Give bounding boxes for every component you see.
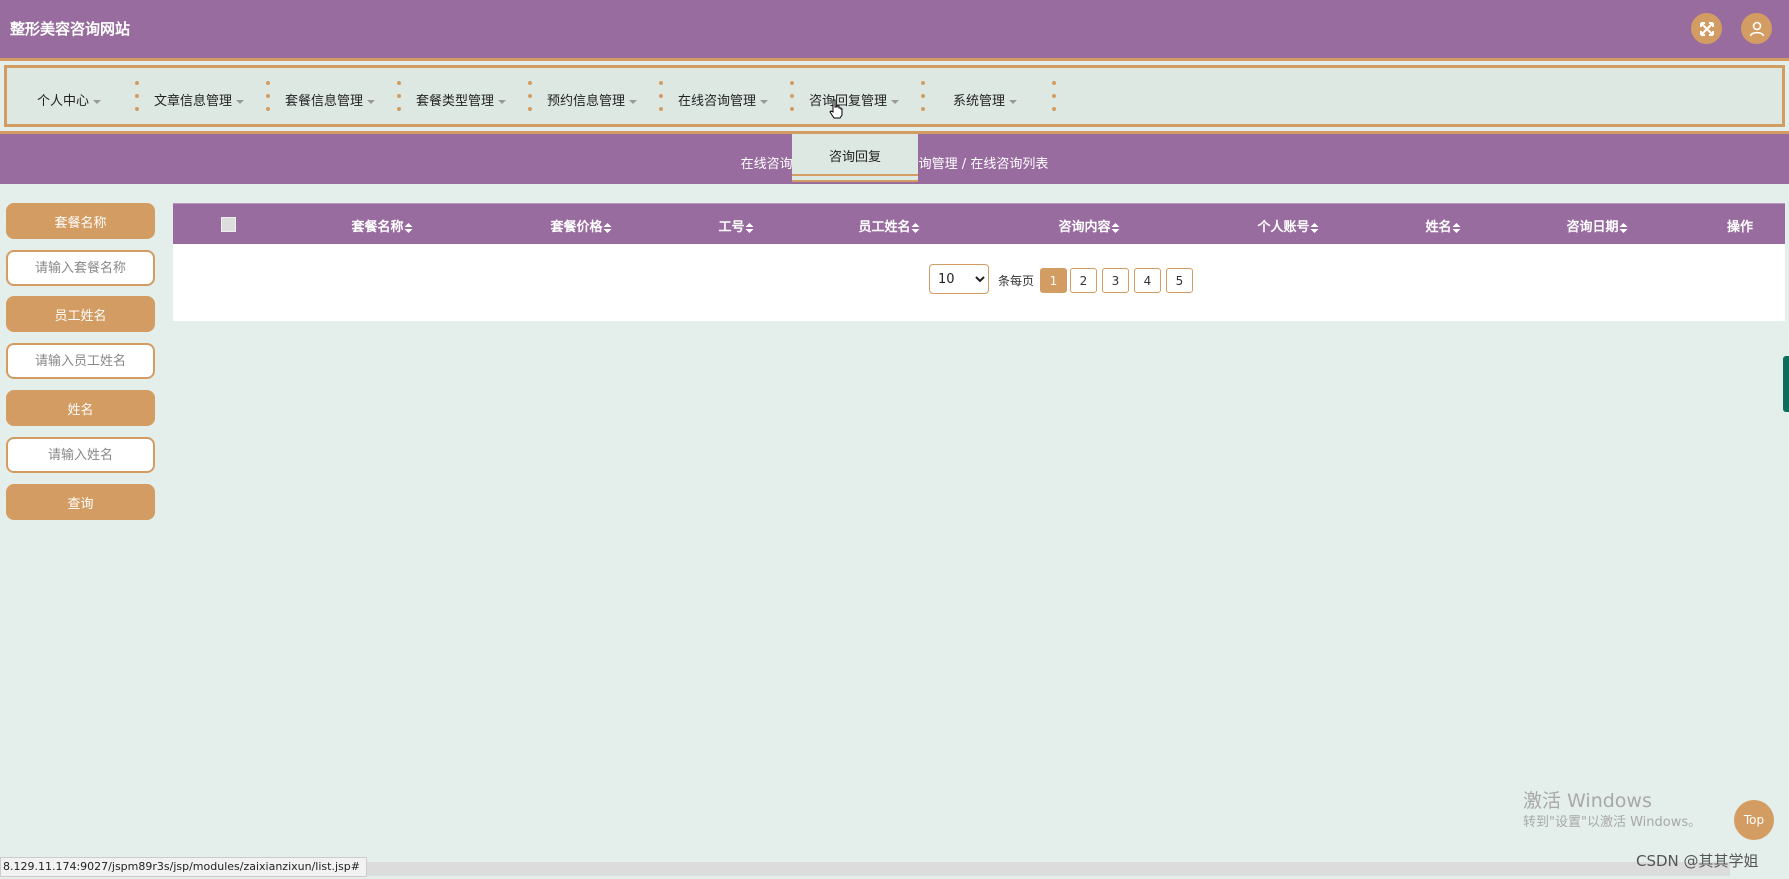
name-input[interactable] <box>6 437 155 473</box>
user-icon[interactable] <box>1741 13 1772 44</box>
horizontal-scrollbar[interactable] <box>340 862 1730 876</box>
nav-item-personal-center[interactable]: 个人中心 <box>37 90 102 109</box>
nav-item-consultation-reply-management[interactable]: 咨询回复管理 <box>809 90 900 109</box>
column-header-package-name[interactable]: 套餐名称 <box>351 216 413 235</box>
page-button-3[interactable]: 3 <box>1102 268 1129 293</box>
sort-icon <box>1310 222 1319 233</box>
sort-icon <box>1452 222 1461 233</box>
nav-separator <box>1052 81 1056 111</box>
package-name-input[interactable] <box>6 250 155 286</box>
column-header-consultation-content[interactable]: 咨询内容 <box>1058 216 1120 235</box>
sort-icon <box>1619 222 1628 233</box>
nav-separator <box>528 81 532 111</box>
caret-down-icon <box>93 99 102 104</box>
nav-item-appointment-management[interactable]: 预约信息管理 <box>547 90 638 109</box>
dropdown-item-consultation-reply[interactable]: 咨询回复 <box>792 146 918 165</box>
page-button-4[interactable]: 4 <box>1134 268 1161 293</box>
csdn-watermark: CSDN @其其学姐 <box>1636 852 1759 870</box>
column-header-consultation-date[interactable]: 咨询日期 <box>1566 216 1628 235</box>
nav-item-system-management[interactable]: 系统管理 <box>953 90 1018 109</box>
caret-down-icon <box>891 99 900 104</box>
windows-activation-subtitle: 转到"设置"以激活 Windows。 <box>1523 815 1702 830</box>
data-table: 套餐名称 套餐价格 工号 员工姓名 咨询内容 个人账号 姓名 咨询日期 操作 <box>173 203 1785 321</box>
main-nav: 个人中心 文章信息管理 套餐信息管理 套餐类型管理 预约信息管理 在线咨询管理 … <box>0 58 1789 134</box>
caret-down-icon <box>367 99 376 104</box>
hand-cursor-icon <box>829 99 843 119</box>
caret-down-icon <box>629 99 638 104</box>
caret-down-icon <box>236 99 245 104</box>
breadcrumb-left[interactable]: 在线咨询 <box>741 157 793 172</box>
nav-item-online-consultation-management[interactable]: 在线咨询管理 <box>678 90 769 109</box>
page-button-1[interactable]: 1 <box>1040 268 1067 293</box>
column-header-employee-name[interactable]: 员工姓名 <box>858 216 920 235</box>
per-page-label: 条每页 <box>998 274 1035 288</box>
nav-item-article-management[interactable]: 文章信息管理 <box>154 90 245 109</box>
dropdown-divider <box>792 174 918 182</box>
top-header: 整形美容咨询网站 <box>0 0 1789 58</box>
caret-down-icon <box>1009 99 1018 104</box>
search-button[interactable]: 查询 <box>6 484 155 520</box>
nav-separator <box>135 81 139 111</box>
sort-icon <box>1111 222 1120 233</box>
nav-separator <box>790 81 794 111</box>
package-name-label: 套餐名称 <box>6 203 155 239</box>
page-button-5[interactable]: 5 <box>1166 268 1193 293</box>
table-header: 套餐名称 套餐价格 工号 员工姓名 咨询内容 个人账号 姓名 咨询日期 操作 <box>173 203 1785 244</box>
name-label: 姓名 <box>6 390 155 426</box>
column-header-personal-account[interactable]: 个人账号 <box>1257 216 1319 235</box>
column-header-name[interactable]: 姓名 <box>1425 216 1461 235</box>
breadcrumb-right[interactable]: 询管理 / 在线咨询列表 <box>919 157 1049 172</box>
sort-icon <box>911 222 920 233</box>
floating-side-tab[interactable] <box>1783 356 1789 412</box>
column-header-package-price[interactable]: 套餐价格 <box>550 216 612 235</box>
nav-item-package-type-management[interactable]: 套餐类型管理 <box>416 90 507 109</box>
caret-down-icon <box>760 99 769 104</box>
status-bar-url: 8.129.11.174:9027/jspm89r3s/jsp/modules/… <box>0 857 367 877</box>
nav-dropdown-menu: 咨询回复 <box>792 134 918 182</box>
employee-name-label: 员工姓名 <box>6 296 155 332</box>
nav-separator <box>397 81 401 111</box>
sort-icon <box>745 222 754 233</box>
site-title: 整形美容咨询网站 <box>10 20 131 38</box>
nav-item-package-management[interactable]: 套餐信息管理 <box>285 90 376 109</box>
sort-icon <box>404 222 413 233</box>
windows-activation-title: 激活 Windows <box>1523 790 1652 812</box>
page-size-select[interactable]: 10 <box>929 264 989 294</box>
fullscreen-icon[interactable] <box>1691 13 1722 44</box>
nav-separator <box>921 81 925 111</box>
back-to-top-button[interactable]: Top <box>1734 800 1774 840</box>
caret-down-icon <box>498 99 507 104</box>
column-header-employee-id[interactable]: 工号 <box>718 216 754 235</box>
select-all-checkbox[interactable] <box>221 217 236 232</box>
nav-separator <box>266 81 270 111</box>
nav-bar: 个人中心 文章信息管理 套餐信息管理 套餐类型管理 预约信息管理 在线咨询管理 … <box>4 65 1785 127</box>
sort-icon <box>603 222 612 233</box>
column-header-actions: 操作 <box>1726 220 1754 235</box>
nav-separator <box>659 81 663 111</box>
employee-name-input[interactable] <box>6 343 155 379</box>
page-button-2[interactable]: 2 <box>1070 268 1097 293</box>
